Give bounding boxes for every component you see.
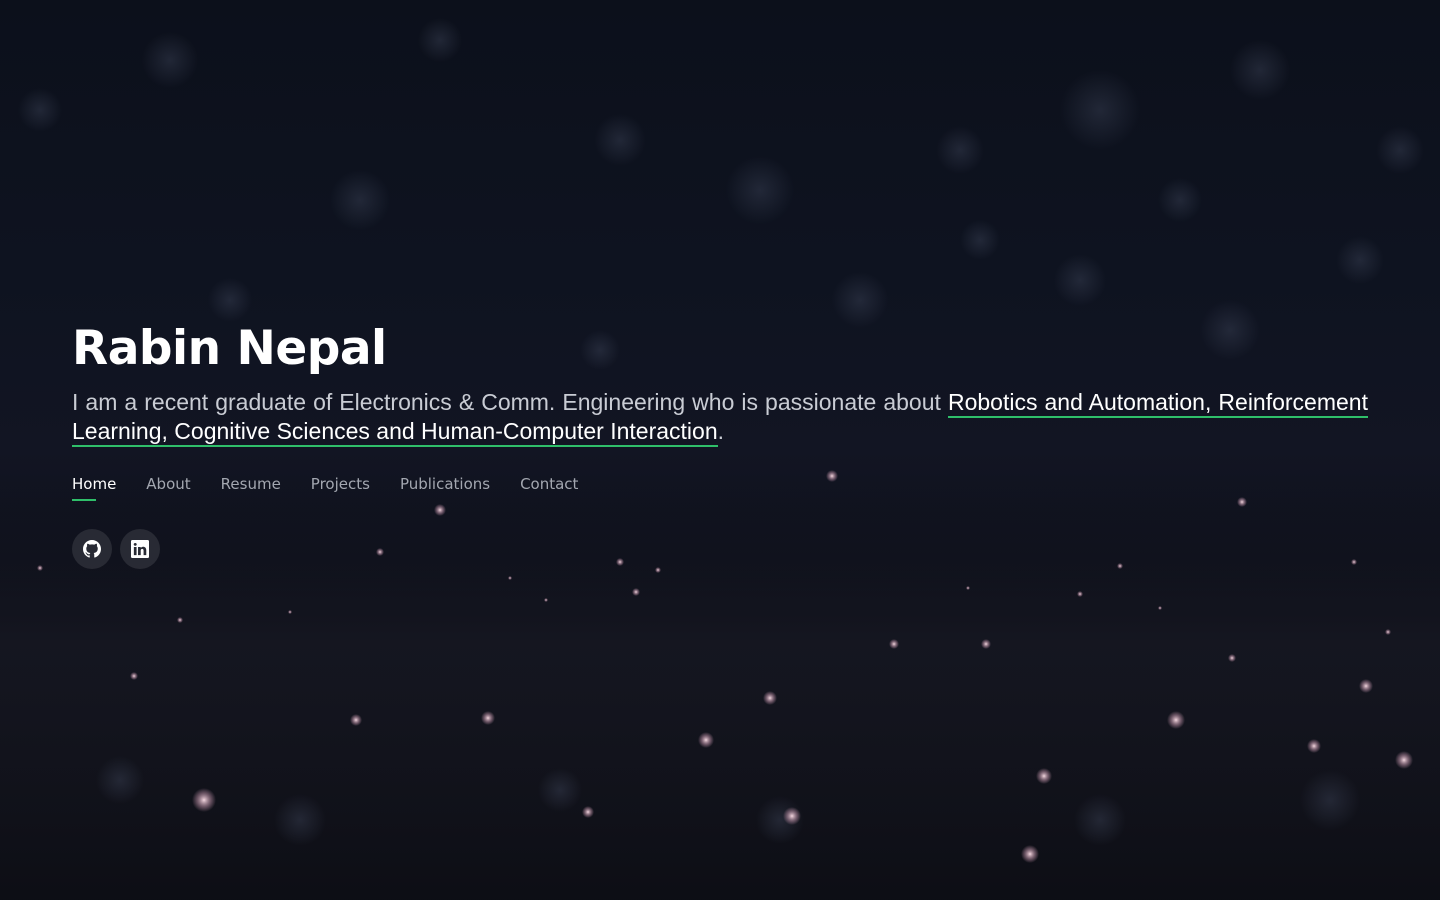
nav-item-resume[interactable]: Resume <box>221 475 281 501</box>
linkedin-icon <box>131 540 149 558</box>
nav-item-home[interactable]: Home <box>72 475 116 501</box>
linkedin-link[interactable] <box>120 529 160 569</box>
intro-suffix: . <box>717 418 725 444</box>
hero-section: Rabin Nepal I am a recent graduate of El… <box>72 318 1368 569</box>
page-title: Rabin Nepal <box>72 321 387 376</box>
intro-text: I am a recent graduate of Electronics & … <box>72 388 1368 447</box>
nav-item-projects[interactable]: Projects <box>311 475 370 501</box>
nav-item-publications[interactable]: Publications <box>400 475 490 501</box>
github-link[interactable] <box>72 529 112 569</box>
nav-item-about[interactable]: About <box>146 475 190 501</box>
intro-prefix: I am a recent graduate of Electronics & … <box>72 389 948 415</box>
github-icon <box>83 540 101 558</box>
main-nav: Home About Resume Projects Publications … <box>72 475 1368 501</box>
nav-item-contact[interactable]: Contact <box>520 475 578 501</box>
social-links <box>72 529 1368 569</box>
